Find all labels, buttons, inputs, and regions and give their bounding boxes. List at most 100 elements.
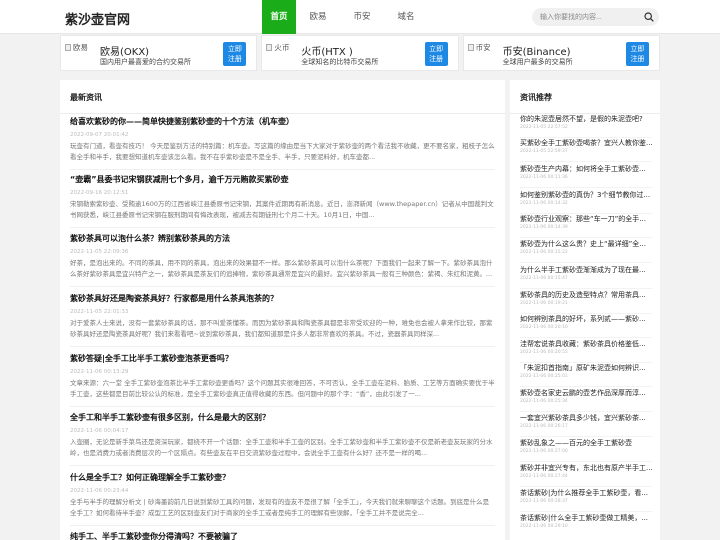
recommend-title[interactable]: 为什么半手工紫砂壶渐渐成为了现在最... xyxy=(520,265,652,275)
article-date: 2022-09-16 20:12:51 xyxy=(70,190,129,196)
nav-home[interactable]: 首页 xyxy=(262,0,296,34)
article-excerpt: 宋钢勒索紫砂壶、受贿逾1600万的江西省峡江县委原书记宋钢，其案件近期再有新消息… xyxy=(70,200,494,219)
register-button[interactable]: 立即 注册 xyxy=(424,42,448,66)
recommend-date: 2022-11-06 00:28:37 xyxy=(520,499,568,504)
article-date: 2022-11-05 22:01:33 xyxy=(70,309,129,315)
article-excerpt: 玩壶有门道，看壶有技巧！ 今天是鉴别方法的特别篇：机车壶。写这篇的缘由是当下大家… xyxy=(70,142,495,161)
exchange-logo-alt: 火币 xyxy=(274,43,290,52)
site-logo[interactable]: 紫沙壶官网 xyxy=(65,9,130,28)
exchange-card-okx[interactable]: 欧易 欧易(OKX) 国内用户最喜爱的合约交易所 立即 注册 xyxy=(60,35,258,71)
recommend-item: 为什么半手工紫砂壶渐渐成为了现在最... 2022-11-06 00:15:47 xyxy=(520,265,652,289)
article-item: 紫砂茶具好还是陶瓷茶具好？行家都是用什么茶具泡茶的？ 2022-11-05 22… xyxy=(70,293,495,347)
recommend-item: 你的朱泥壶居然不望，是假的朱泥壶吧? 2022-11-05 22:57:52 xyxy=(520,114,652,138)
main-nav: 首页 欧易 币安 域名 xyxy=(262,0,428,34)
exchange-title[interactable]: 火币(HTX ) xyxy=(301,43,352,58)
recommend-title[interactable]: 紫砂壶行业观察：那些“车一刀”的全手... xyxy=(520,214,652,224)
divider xyxy=(70,169,495,170)
recommend-title[interactable]: 紫砂并非宜兴专有，东北也有原产半手工... xyxy=(520,463,652,473)
recommend-item: 如何鉴别紫砂壶的真伪？3个细节教你过... 2022-11-06 00:14:32 xyxy=(520,190,652,214)
divider xyxy=(520,187,652,188)
recommend-item: 紫砂并非宜兴专有，东北也有原产半手工... 2022-11-06 00:27:44 xyxy=(520,463,652,487)
article-excerpt: 入壶圈，无论是新手菜鸟还是资深玩家，都绕不开一个话题：全手工壶和半手工壶的区别。… xyxy=(70,438,493,457)
recommend-item: 一套宜兴紫砂茶具多少钱，宜兴紫砂茶... 2022-11-06 00:26:17 xyxy=(520,413,652,437)
divider xyxy=(520,337,652,338)
recommend-date: 2022-11-05 22:59:37 xyxy=(520,149,568,154)
search-icon[interactable] xyxy=(644,12,654,22)
recommend-title[interactable]: 洼帮宏说茶具收藏：紫砂茶具价格鉴低... xyxy=(520,339,652,349)
exchange-card-binance[interactable]: 币安 币安(Binance) 全球用户最多的交易所 立即 注册 xyxy=(462,35,660,71)
recommend-title[interactable]: 紫砂乱象之——百元的全手工紫砂壶 xyxy=(520,438,652,448)
article-title[interactable]: 紫砂茶具可以泡什么茶？辨别紫砂茶具的方法 xyxy=(70,233,495,245)
recommend-title[interactable]: 紫砂壶生产内幕：如何将全手工紫砂壶... xyxy=(520,164,652,174)
recommend-item: 茶话紫砂|为什么推荐全手工紫砂壶，看... 2022-11-06 00:28:37 xyxy=(520,488,652,512)
divider xyxy=(70,525,495,526)
recommend-title[interactable]: 「朱泥扣首指南」原矿朱泥壶如何辨识... xyxy=(520,363,652,373)
exchange-title[interactable]: 币安(Binance) xyxy=(503,43,571,58)
recommend-item: 紫砂乱象之——百元的全手工紫砂壶 2022-11-06 00:27:00 xyxy=(520,438,652,462)
article-item: “壶霸”县委书记宋钢获减刑七个多月，逾千万元贿款买紫砂壶 2022-09-16 … xyxy=(70,174,495,228)
recommend-title[interactable]: 一套宜兴紫砂茶具多少钱，宜兴紫砂茶... xyxy=(520,413,652,423)
article-title[interactable]: 给喜欢紫砂的你——简单快捷鉴别紫砂壶的十个方法（机车壶） xyxy=(70,116,495,128)
recommend-date: 2022-11-06 00:19:21 xyxy=(520,301,568,306)
exchange-card-htx[interactable]: 火币 火币(HTX ) 全球知名的比特币交易所 立即 注册 xyxy=(261,35,459,71)
recommend-item: 如何辨别茶具的好坏，系列贰——紫砂... 2022-11-06 00:20:10 xyxy=(520,314,652,338)
top-navbar: 紫沙壶官网 首页 欧易 币安 域名 xyxy=(0,0,720,34)
register-button[interactable]: 立即 注册 xyxy=(625,42,649,66)
broken-image-icon xyxy=(467,44,474,51)
recommend-item: 紫砂壶行业观察：那些“车一刀”的全手... 2022-11-06 00:14:39 xyxy=(520,214,652,238)
recommend-title[interactable]: 如何辨别茶具的好坏，系列贰——紫砂... xyxy=(520,314,652,324)
nav-domain[interactable]: 域名 xyxy=(384,0,428,34)
nav-binance[interactable]: 币安 xyxy=(340,0,384,34)
divider xyxy=(520,486,652,487)
recommend-date: 2022-11-06 00:15:47 xyxy=(520,276,568,281)
divider xyxy=(520,461,652,462)
recommend-item: 买紫砂全手工紫砂壶喝茶？宜兴人教你鉴... 2022-11-05 22:59:37 xyxy=(520,138,652,162)
recommend-title[interactable]: 紫砂壶为什么这么贵？史上“最详细”全... xyxy=(520,239,652,249)
register-button[interactable]: 立即 注册 xyxy=(223,42,247,66)
recommend-date: 2022-11-06 00:20:55 xyxy=(520,350,568,355)
article-date: 2022-11-06 00:13:29 xyxy=(70,369,129,375)
article-title[interactable]: 纯手工、半手工紫砂壶你分得清吗？不要被骗了 xyxy=(70,531,495,540)
divider xyxy=(70,465,495,466)
divider xyxy=(70,346,495,347)
nav-okx[interactable]: 欧易 xyxy=(296,0,340,34)
recommend-title[interactable]: 茶话紫砂|为什么推荐全手工紫砂壶，看... xyxy=(520,488,652,498)
recommend-item: 洼帮宏说茶具收藏：紫砂茶具价格鉴低... 2022-11-06 00:20:55 xyxy=(520,339,652,363)
divider xyxy=(60,113,505,114)
exchange-title[interactable]: 欧易(OKX) xyxy=(100,43,149,58)
exchange-logo-alt: 欧易 xyxy=(73,43,88,52)
article-title[interactable]: 什么是全手工？如何正确理解全手工紫砂壶？ xyxy=(70,472,495,484)
article-item: 什么是全手工？如何正确理解全手工紫砂壶？ 2022-11-06 00:23:44… xyxy=(70,472,495,526)
recommend-title[interactable]: 紫砂茶具的历史及造型特点？常用茶具... xyxy=(520,290,652,300)
recommend-title[interactable]: 如何鉴别紫砂壶的真伪？3个细节教你过... xyxy=(520,190,652,200)
article-date: 2022-11-06 00:23:44 xyxy=(70,488,129,494)
recommend-title[interactable]: 紫砂壶名家史云鹏的壶艺作品深厚而淳... xyxy=(520,388,652,398)
divider xyxy=(520,411,652,412)
article-title[interactable]: “壶霸”县委书记宋钢获减刑七个多月，逾千万元贿款买紫砂壶 xyxy=(70,174,495,186)
search-box xyxy=(532,8,659,26)
recommend-date: 2022-11-06 00:11:36 xyxy=(520,175,568,180)
article-date: 2022-11-05 22:09:36 xyxy=(70,249,129,255)
recommend-title[interactable]: 买紫砂全手工紫砂壶喝茶？宜兴人教你鉴... xyxy=(520,138,652,148)
search-input[interactable] xyxy=(540,10,640,24)
article-item: 给喜欢紫砂的你——简单快捷鉴别紫砂壶的十个方法（机车壶） 2022-09-07 … xyxy=(70,116,495,170)
article-title[interactable]: 紫砂答疑|全手工比半手工紫砂壶泡茶更香吗？ xyxy=(70,353,495,365)
recommend-title[interactable]: 你的朱泥壶居然不望，是假的朱泥壶吧? xyxy=(520,114,652,124)
divider xyxy=(70,406,495,407)
recommend-item: 紫砂壶为什么这么贵？史上“最详细”全... 2022-11-06 00:15:22 xyxy=(520,239,652,263)
recommended-sidebar: 资讯推荐 你的朱泥壶居然不望，是假的朱泥壶吧? 2022-11-05 22:57:… xyxy=(510,80,660,540)
article-title[interactable]: 全手工和半手工紫砂壶有很多区别，什么是最大的区别？ xyxy=(70,412,495,424)
article-date: 2022-09-07 20:01:42 xyxy=(70,132,129,138)
exchange-desc: 国内用户最喜爱的合约交易所 xyxy=(100,58,191,66)
article-excerpt: 对于爱茶人士来说，没有一套紫砂茶具的话，那不叫爱茶懂茶。而因为紫砂茶具和陶瓷茶具… xyxy=(70,319,493,338)
recommend-date: 2022-11-06 00:25:34 xyxy=(520,399,568,404)
recommend-date: 2022-11-06 00:20:10 xyxy=(520,325,568,330)
latest-news-panel: 最新资讯 给喜欢紫砂的你——简单快捷鉴别紫砂壶的十个方法（机车壶） 2022-0… xyxy=(60,80,505,540)
article-item: 纯手工、半手工紫砂壶你分得清吗？不要被骗了 xyxy=(70,531,495,540)
recommend-date: 2022-11-06 00:27:00 xyxy=(520,449,568,454)
recommend-date: 2022-11-06 00:14:32 xyxy=(520,201,568,206)
recommend-title[interactable]: 茶话紫砂|什么全手工紫砂壶做工精美，... xyxy=(520,513,652,523)
article-title[interactable]: 紫砂茶具好还是陶瓷茶具好？行家都是用什么茶具泡茶的？ xyxy=(70,293,495,305)
article-excerpt: 全手与半手的理解分析文 | 砂海墨韵前几日说到紫砂工具的问题，发现有的壶友不是很… xyxy=(70,498,490,517)
sidebar-title: 资讯推荐 xyxy=(520,93,552,102)
